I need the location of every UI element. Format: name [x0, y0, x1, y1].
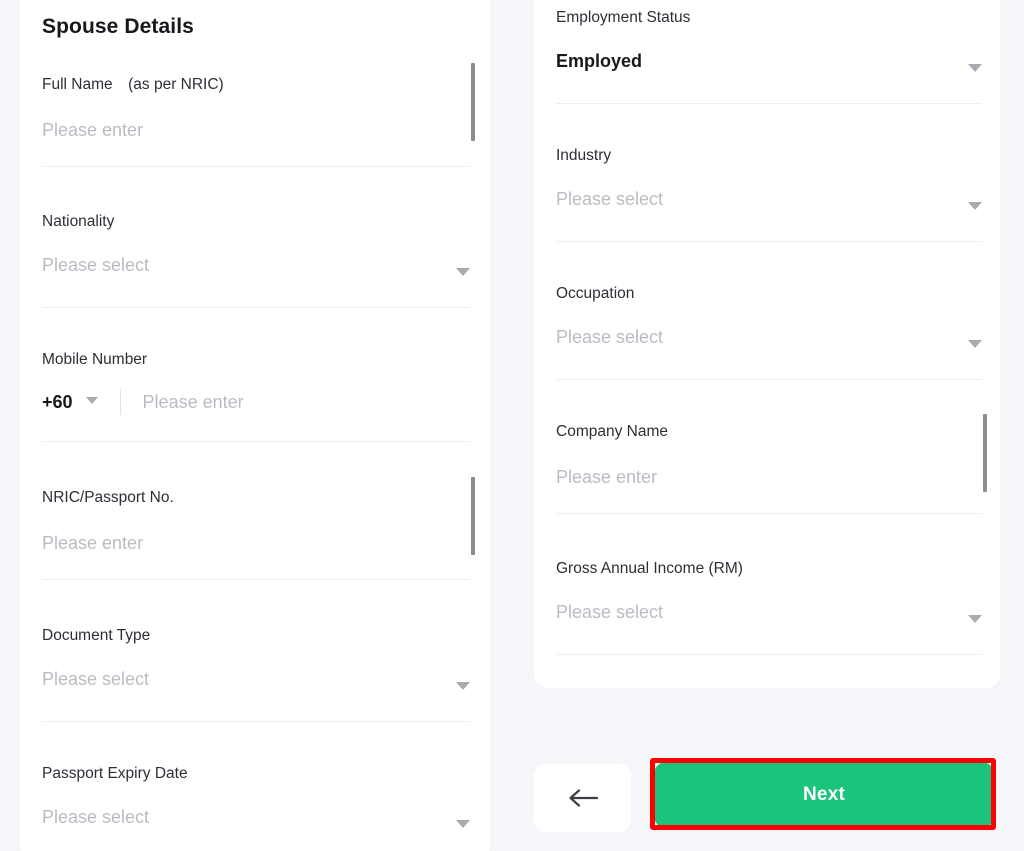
- field-value-gross-annual-income[interactable]: Please select: [556, 601, 982, 624]
- field-document-type[interactable]: Document Type Please select: [42, 626, 470, 722]
- field-occupation[interactable]: Occupation Please select: [556, 284, 982, 380]
- field-divider: [556, 653, 982, 655]
- field-divider: [42, 306, 470, 308]
- field-label: Employment Status: [556, 9, 691, 26]
- app-screen: Spouse Details Full Name (as per NRIC) P…: [0, 0, 1024, 851]
- chevron-down-icon[interactable]: [968, 64, 982, 72]
- field-value-mobile-number[interactable]: Please enter: [143, 392, 244, 413]
- field-label: Gross Annual Income (RM): [556, 560, 743, 577]
- spouse-details-card: Spouse Details Full Name (as per NRIC) P…: [20, 0, 490, 851]
- field-label: NRIC/Passport No.: [42, 489, 174, 506]
- field-value-nationality[interactable]: Please select: [42, 254, 470, 277]
- field-divider: [42, 578, 470, 580]
- field-industry[interactable]: Industry Please select: [556, 146, 982, 242]
- field-label: Passport Expiry Date: [42, 765, 188, 782]
- field-company-name[interactable]: Company Name Please enter: [556, 414, 987, 514]
- field-value-passport-expiry-date[interactable]: Please select: [42, 806, 470, 829]
- field-label: Nationality: [42, 213, 115, 230]
- field-value-document-type[interactable]: Please select: [42, 668, 470, 691]
- field-nationality[interactable]: Nationality Please select: [42, 212, 470, 308]
- chevron-down-icon[interactable]: [456, 820, 470, 828]
- arrow-left-icon: [568, 789, 598, 807]
- chevron-down-icon[interactable]: [968, 202, 982, 210]
- field-divider: [42, 165, 470, 167]
- field-divider: [42, 720, 470, 722]
- phone-input-row[interactable]: +60 Please enter: [42, 389, 470, 416]
- field-value-nric-passport-no[interactable]: Please enter: [42, 532, 470, 555]
- chevron-down-icon[interactable]: [85, 396, 98, 404]
- field-employment-status[interactable]: Employment Status Employed: [556, 8, 982, 104]
- field-value-company-name[interactable]: Please enter: [556, 466, 982, 489]
- field-value-employment-status[interactable]: Employed: [556, 50, 982, 73]
- field-divider: [556, 512, 982, 514]
- field-value-occupation[interactable]: Please select: [556, 326, 982, 349]
- next-button-label: Next: [803, 784, 845, 805]
- field-divider: [42, 441, 470, 443]
- field-label: Company Name: [556, 423, 668, 440]
- chevron-down-icon[interactable]: [968, 615, 982, 623]
- field-label: Full Name (as per NRIC): [42, 76, 224, 93]
- field-passport-expiry-date[interactable]: Passport Expiry Date Please select: [42, 764, 470, 830]
- next-button[interactable]: Next: [654, 762, 994, 828]
- chevron-down-icon[interactable]: [968, 340, 982, 348]
- field-gross-annual-income[interactable]: Gross Annual Income (RM) Please select: [556, 559, 982, 655]
- field-mobile-number[interactable]: Mobile Number +60 Please enter: [42, 350, 470, 443]
- chevron-down-icon[interactable]: [456, 682, 470, 690]
- field-value-industry[interactable]: Please select: [556, 188, 982, 211]
- field-label: Industry: [556, 147, 612, 164]
- text-caret-company-name: [983, 414, 987, 492]
- text-caret-full-name: [471, 63, 475, 141]
- field-label: Occupation: [556, 285, 635, 302]
- text-caret-nric-passport-no: [471, 477, 475, 555]
- phone-separator: [119, 389, 121, 416]
- field-divider: [556, 240, 982, 242]
- field-label: Document Type: [42, 627, 151, 644]
- chevron-down-icon[interactable]: [456, 268, 470, 276]
- field-divider: [556, 378, 982, 380]
- field-full-name[interactable]: Full Name (as per NRIC) Please enter: [42, 63, 475, 167]
- field-divider: [556, 102, 982, 104]
- field-value-full-name[interactable]: Please enter: [42, 119, 470, 142]
- page-title: Spouse Details: [42, 15, 194, 38]
- back-button[interactable]: [534, 764, 631, 832]
- employment-details-card: Employment Status Employed Industry Plea…: [534, 0, 1000, 688]
- field-nric-passport-no[interactable]: NRIC/Passport No. Please enter: [42, 477, 475, 580]
- country-code-value[interactable]: +60: [42, 392, 73, 413]
- field-label: Mobile Number: [42, 351, 148, 368]
